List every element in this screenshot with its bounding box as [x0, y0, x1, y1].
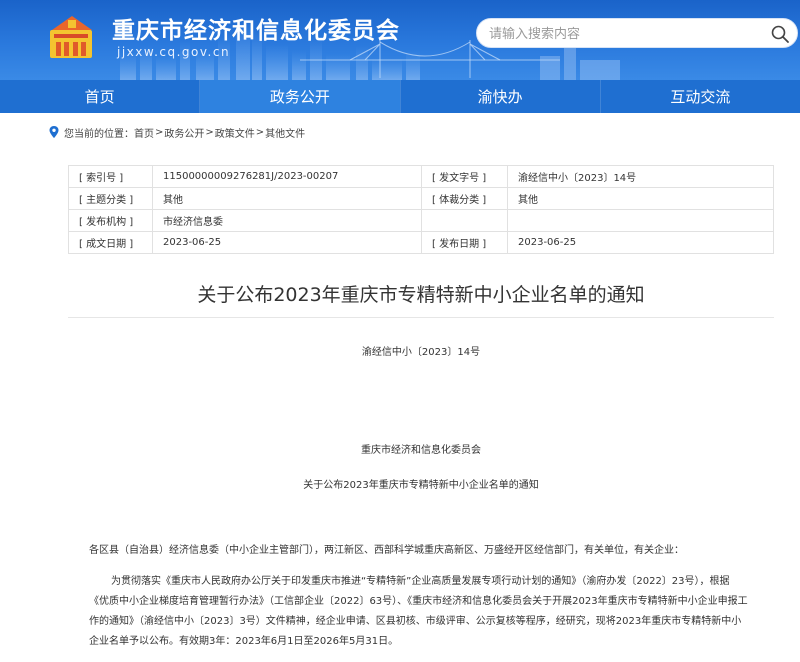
- index-number-value: 11500000009276281J/2023-00207: [152, 165, 422, 188]
- genre-category-label: [ 体裁分类 ]: [421, 187, 508, 210]
- empty-label-cell: [421, 209, 508, 232]
- article-document-number: 渝经信中小〔2023〕14号: [361, 347, 481, 358]
- article-notice-name: 关于公布2023年重庆市专精特新中小企业名单的通知: [303, 480, 539, 491]
- search-input[interactable]: [489, 24, 759, 44]
- index-number-label: [ 索引号 ]: [68, 165, 153, 188]
- genre-category-value: 其他: [507, 187, 774, 210]
- document-number-label: [ 发文字号 ]: [421, 165, 508, 188]
- nav-item-government-affairs[interactable]: 政务公开: [200, 80, 400, 113]
- table-row: [ 索引号 ] 11500000009276281J/2023-00207 [ …: [68, 165, 774, 188]
- breadcrumb-policy-documents[interactable]: 政策文件: [215, 125, 255, 140]
- publishing-agency-label: [ 发布机构 ]: [68, 209, 153, 232]
- breadcrumb-home[interactable]: 首页: [134, 125, 154, 140]
- site-logo-emblem: [50, 16, 92, 58]
- topic-category-label: [ 主题分类 ]: [68, 187, 153, 210]
- article-body-paragraph: 为贯彻落实《重庆市人民政府办公厅关于印发重庆市推进“专精特新”企业高质量发展专项…: [89, 576, 748, 647]
- header-banner: 重庆市经济和信息化委员会 jjxxw.cq.gov.cn: [0, 0, 800, 80]
- topic-category-value: 其他: [152, 187, 422, 210]
- search-icon[interactable]: [770, 24, 790, 44]
- table-row: [ 主题分类 ] 其他 [ 体裁分类 ] 其他: [68, 187, 774, 210]
- search-box: [476, 18, 798, 48]
- document-info-table: [ 索引号 ] 11500000009276281J/2023-00207 [ …: [68, 165, 774, 254]
- breadcrumb-prefix: 您当前的位置：: [64, 128, 134, 140]
- article-issuer: 重庆市经济和信息化委员会: [361, 445, 481, 456]
- site-title[interactable]: 重庆市经济和信息化委员会: [112, 11, 400, 45]
- document-number-value: 渝经信中小〔2023〕14号: [507, 165, 774, 188]
- nav-item-interaction[interactable]: 互动交流: [601, 80, 800, 113]
- nav-item-home[interactable]: 首页: [0, 80, 199, 113]
- breadcrumb: 您当前的位置： 首页 > 政务公开 > 政策文件 > 其他文件: [49, 124, 305, 140]
- empty-value-cell: [507, 209, 774, 232]
- breadcrumb-separator: >: [255, 126, 265, 138]
- written-date-value: 2023-06-25: [152, 231, 422, 254]
- article-title: 关于公布2023年重庆市专精特新中小企业名单的通知: [197, 284, 645, 306]
- publish-date-label: [ 发布日期 ]: [421, 231, 508, 254]
- site-domain: jjxxw.cq.gov.cn: [117, 45, 231, 59]
- breadcrumb-other-documents[interactable]: 其他文件: [265, 125, 305, 140]
- location-pin-icon: [49, 126, 59, 138]
- breadcrumb-government-affairs[interactable]: 政务公开: [164, 125, 204, 140]
- publish-date-value: 2023-06-25: [507, 231, 774, 254]
- table-row: [ 成文日期 ] 2023-06-25 [ 发布日期 ] 2023-06-25: [68, 231, 774, 254]
- main-nav: 首页 政务公开 渝快办 互动交流: [0, 80, 800, 113]
- nav-item-yukuaiban[interactable]: 渝快办: [401, 80, 600, 113]
- written-date-label: [ 成文日期 ]: [68, 231, 153, 254]
- breadcrumb-separator: >: [155, 126, 164, 138]
- breadcrumb-separator: >: [205, 126, 214, 138]
- table-row: [ 发布机构 ] 市经济信息委: [68, 209, 774, 232]
- title-divider: [68, 317, 774, 318]
- article-salutation: 各区县（自治县）经济信息委（中小企业主管部门），两江新区、西部科学城重庆高新区、…: [89, 545, 684, 556]
- publishing-agency-value: 市经济信息委: [152, 209, 422, 232]
